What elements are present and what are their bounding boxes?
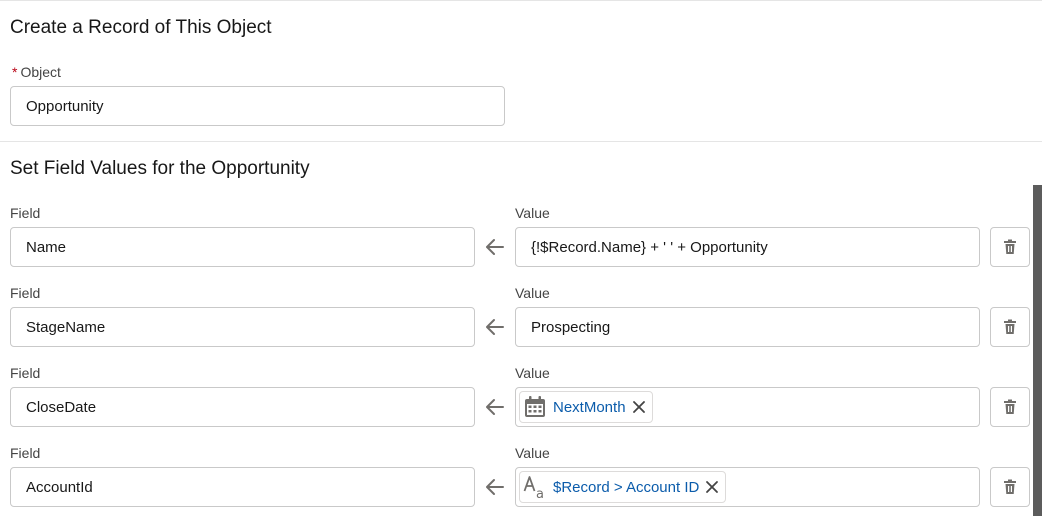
section-divider	[0, 141, 1042, 142]
pill-label: NextMonth	[553, 398, 626, 416]
value-input-name[interactable]: {!$Record.Name} + ' ' + Opportunity	[515, 227, 980, 267]
object-label: Object	[20, 64, 61, 80]
delete-row-button[interactable]	[990, 467, 1030, 507]
arrow-left-icon	[486, 479, 504, 495]
value-label: Value	[515, 445, 550, 461]
scrollbar[interactable]	[1033, 185, 1042, 516]
create-record-title: Create a Record of This Object	[10, 17, 272, 38]
value-pill-account-id[interactable]: a $Record > Account ID	[519, 471, 727, 503]
field-label: Field	[10, 445, 41, 461]
trash-icon	[1004, 239, 1016, 254]
trash-icon	[1004, 319, 1016, 334]
required-indicator: *	[12, 64, 18, 80]
calendar-icon	[525, 396, 545, 417]
field-input-closedate[interactable]: CloseDate	[10, 387, 475, 427]
field-value: CloseDate	[26, 398, 97, 416]
field-label: Field	[10, 365, 41, 381]
arrow-left-icon	[486, 239, 504, 255]
arrow-left-icon	[486, 399, 504, 415]
svg-text:a: a	[536, 487, 544, 499]
arrow-left-icon	[486, 319, 504, 335]
field-values-title: Set Field Values for the Opportunity	[10, 158, 310, 179]
value-label: Value	[515, 205, 550, 221]
pill-label: $Record > Account ID	[553, 478, 700, 496]
value-text: {!$Record.Name} + ' ' + Opportunity	[531, 238, 768, 256]
value-input-stagename[interactable]: Prospecting	[515, 307, 980, 347]
value-label: Value	[515, 285, 550, 301]
delete-row-button[interactable]	[990, 387, 1030, 427]
field-input-accountid[interactable]: AccountId	[10, 467, 475, 507]
field-input-name[interactable]: Name	[10, 227, 475, 267]
field-value: Name	[26, 238, 67, 256]
field-input-stagename[interactable]: StageName	[10, 307, 475, 347]
field-value: StageName	[26, 318, 106, 336]
field-value: AccountId	[26, 478, 93, 496]
text-type-icon: a	[523, 476, 544, 499]
close-icon[interactable]	[705, 480, 719, 494]
trash-icon	[1004, 479, 1016, 494]
value-text: Prospecting	[531, 318, 611, 336]
field-label: Field	[10, 285, 41, 301]
object-value: Opportunity	[26, 97, 104, 115]
close-icon[interactable]	[632, 400, 646, 414]
value-pill-nextmonth[interactable]: NextMonth	[519, 391, 653, 423]
value-label: Value	[515, 365, 550, 381]
object-input[interactable]: Opportunity	[10, 86, 505, 126]
delete-row-button[interactable]	[990, 307, 1030, 347]
field-label: Field	[10, 205, 41, 221]
trash-icon	[1004, 399, 1016, 414]
object-label-wrap: * Object	[12, 64, 61, 80]
top-border	[0, 0, 1042, 1]
delete-row-button[interactable]	[990, 227, 1030, 267]
